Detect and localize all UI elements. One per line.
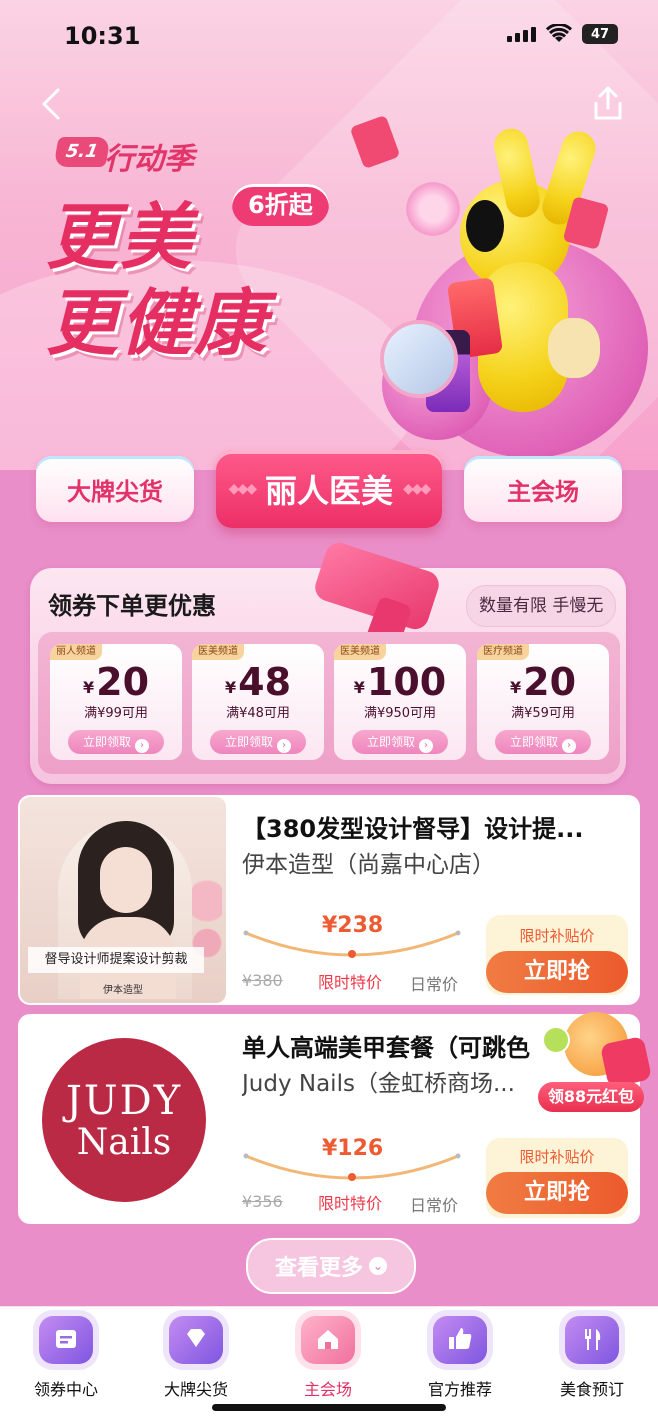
product-image: 督导设计师提案设计剪裁 伊本造型 [20, 797, 226, 1003]
model-face [100, 847, 152, 913]
status-time: 10:31 [64, 22, 141, 50]
product-store: Judy Nails（金虹桥商场... [242, 1071, 515, 1097]
tab-decoration: ◆◆◆ [403, 481, 431, 497]
back-icon[interactable] [36, 88, 68, 120]
coupon-condition: 满¥950可用 [363, 706, 437, 721]
promo-label: 领88元红包 [538, 1082, 644, 1112]
product-image: JUDY Nails [20, 1016, 226, 1222]
coupon-amount: ¥48 [224, 660, 292, 704]
view-more-button[interactable]: 查看更多 ⌄ [246, 1238, 416, 1294]
status-icons: 47 [507, 24, 618, 44]
image-footer: 伊本造型 [103, 985, 143, 996]
nav-coupon-center[interactable]: 领券中心 [6, 1316, 126, 1400]
mascot-eye [466, 200, 504, 252]
nav-main-venue[interactable]: 主会场 [268, 1316, 388, 1400]
special-price-label: 限时特价 [318, 973, 383, 992]
discount-badge: 6折起 [232, 184, 329, 226]
diamond-icon [169, 1316, 223, 1364]
coupon-condition: 满¥59可用 [511, 706, 575, 721]
product-title: 【380发型设计督导】设计提... [242, 815, 584, 843]
subsidy-label: 限时补贴价 [519, 927, 595, 945]
product-card[interactable]: 督导设计师提案设计剪裁 伊本造型 【380发型设计督导】设计提... 伊本造型（… [18, 795, 640, 1005]
price-curve [243, 1153, 461, 1181]
nav-label: 大牌尖货 [163, 1380, 228, 1399]
chevron-right-icon: › [419, 739, 433, 753]
chevron-right-icon: › [277, 739, 291, 753]
original-price: ¥380 [242, 971, 283, 990]
nav-label: 官方推荐 [427, 1380, 492, 1399]
nav-brand-deals[interactable]: 大牌尖货 [136, 1316, 256, 1400]
coupon-tag: 医美频道 [334, 644, 386, 660]
nav-label: 领券中心 [33, 1380, 98, 1399]
original-price: ¥356 [242, 1192, 283, 1211]
coupon-icon [39, 1316, 93, 1364]
coupon-amount: ¥20 [509, 660, 577, 704]
nav-food-booking[interactable]: 美食预订 [532, 1316, 652, 1400]
home-icon [301, 1316, 355, 1364]
nav-official-picks[interactable]: 官方推荐 [400, 1316, 520, 1400]
tab-label: 主会场 [507, 477, 579, 506]
coupon-tag: 丽人频道 [50, 644, 102, 660]
chevron-right-icon: › [135, 739, 149, 753]
chevron-down-icon: ⌄ [369, 1257, 387, 1275]
home-indicator [212, 1404, 446, 1411]
gift-box-decoration [599, 1035, 653, 1089]
tab-decoration: ◆◆◆ [228, 481, 257, 497]
battery-icon: 47 [582, 24, 618, 44]
thumbs-up-icon [433, 1316, 487, 1364]
coupon-amount: ¥20 [82, 660, 150, 704]
coupon-card[interactable]: 医美频道 ¥48 满¥48可用 立即领取 › [192, 644, 324, 760]
coupon-card[interactable]: 医疗频道 ¥20 满¥59可用 立即领取 › [477, 644, 609, 760]
event-badge: 5.1 [53, 137, 111, 167]
coupon-condition: 满¥99可用 [84, 706, 148, 721]
event-season: 行动季 [104, 142, 194, 177]
coupon-tag: 医疗频道 [477, 644, 529, 660]
price-curve [243, 930, 461, 958]
lime-decoration [542, 1026, 570, 1054]
share-icon[interactable] [588, 84, 628, 124]
limited-quantity-pill: 数量有限 手慢无 [466, 585, 617, 627]
claim-coupon-button[interactable]: 立即领取 › [352, 730, 448, 754]
buy-now-button[interactable]: 立即抢 [486, 1172, 628, 1214]
coupon-card[interactable]: 丽人频道 ¥20 满¥99可用 立即领取 › [50, 644, 182, 760]
logo-text: JUDY [65, 1078, 183, 1124]
signal-icon [507, 26, 536, 42]
headline-line2: 更健康 [46, 281, 269, 365]
nav-label: 主会场 [303, 1380, 352, 1399]
nav-label: 美食预订 [559, 1380, 624, 1399]
flower-decoration [192, 877, 222, 997]
tab-label: 丽人医美 [264, 472, 393, 510]
tab-label: 大牌尖货 [67, 477, 163, 506]
coupon-tag: 医美频道 [192, 644, 244, 660]
daily-price-label: 日常价 [410, 1196, 459, 1215]
face-mask-decoration [548, 318, 600, 378]
subsidy-label: 限时补贴价 [519, 1148, 595, 1166]
wifi-icon [546, 24, 572, 42]
special-price-label: 限时特价 [318, 1194, 383, 1213]
logo-text: Nails [76, 1122, 172, 1163]
coupon-section-title: 领券下单更优惠 [48, 592, 216, 620]
claim-coupon-button[interactable]: 立即领取 › [210, 730, 306, 754]
chevron-right-icon: › [562, 739, 576, 753]
claim-coupon-button[interactable]: 立即领取 › [495, 730, 591, 754]
tab-beauty-medical[interactable]: ◆◆◆ 丽人医美 ◆◆◆ [216, 450, 442, 528]
claim-coupon-button[interactable]: 立即领取 › [68, 730, 164, 754]
coupon-condition: 满¥48可用 [226, 706, 290, 721]
coupon-card[interactable]: 医美频道 ¥100 满¥950可用 立即领取 › [334, 644, 466, 760]
image-caption: 督导设计师提案设计剪裁 [28, 947, 204, 973]
tab-brand-deals[interactable]: 大牌尖货 [36, 456, 194, 522]
flower-decoration [402, 178, 464, 240]
view-more-label: 查看更多 [274, 1256, 363, 1281]
product-store: 伊本造型（尚嘉中心店） [242, 852, 495, 878]
daily-price-label: 日常价 [410, 975, 459, 994]
coupon-amount: ¥100 [353, 660, 447, 704]
floating-promo[interactable]: 领88元红包 [534, 1004, 654, 1122]
buy-now-button[interactable]: 立即抢 [486, 951, 628, 993]
mirror-decoration [380, 320, 458, 398]
product-title: 单人高端美甲套餐（可跳色 [242, 1034, 530, 1062]
fork-knife-icon [565, 1316, 619, 1364]
tab-main-venue[interactable]: 主会场 [464, 456, 622, 522]
